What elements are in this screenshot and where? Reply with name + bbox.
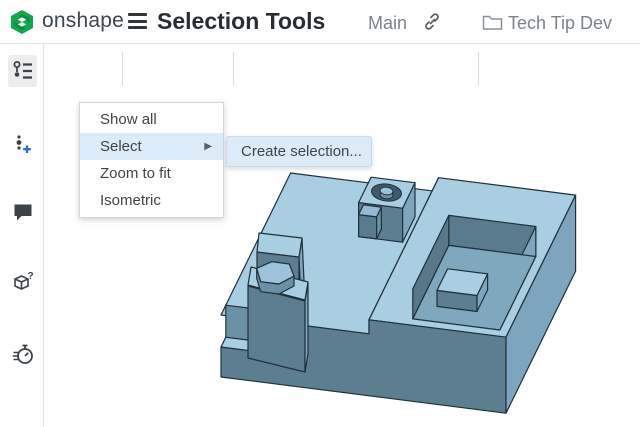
insert-point-icon[interactable]: [8, 129, 37, 161]
share-link-icon[interactable]: [422, 12, 442, 32]
app-header: onshape Selection Tools Main Tech Tip De…: [0, 0, 640, 44]
context-submenu-create-selection[interactable]: Create selection...: [226, 136, 372, 167]
submenu-arrow-icon: ▶: [204, 133, 212, 160]
model-face-cbore-notch-floor[interactable]: [359, 205, 382, 217]
onshape-logo-icon[interactable]: [9, 9, 35, 35]
model-face-front-block-front[interactable]: [248, 286, 305, 372]
performance-timer-icon[interactable]: [8, 338, 37, 370]
left-sidebar: ?: [0, 44, 44, 427]
brand-name: onshape: [42, 9, 124, 33]
main-menu-icon[interactable]: [128, 13, 147, 30]
comment-icon[interactable]: [8, 196, 37, 228]
viewport-context-menu: Show allSelect▶Zoom to fitIsometric: [79, 102, 224, 218]
menu-item-show-all[interactable]: Show all: [80, 106, 223, 133]
menu-item-isometric[interactable]: Isometric: [80, 187, 223, 214]
project-folder-icon[interactable]: [482, 13, 503, 31]
part-query-icon[interactable]: ?: [8, 266, 37, 298]
workspace-label[interactable]: Main: [368, 13, 407, 34]
project-name[interactable]: Tech Tip Dev: [508, 13, 612, 34]
onshape-app: onshape Selection Tools Main Tech Tip De…: [0, 0, 640, 427]
feature-list-icon[interactable]: [8, 55, 37, 87]
menu-item-zoom-to-fit[interactable]: Zoom to fit: [80, 160, 223, 187]
feature-toolbar: Sketch: [44, 44, 640, 94]
model-face-cbore-notch-front[interactable]: [359, 215, 377, 239]
document-title: Selection Tools: [157, 8, 325, 35]
svg-text:?: ?: [27, 271, 33, 282]
menu-item-select[interactable]: Select▶: [80, 133, 223, 160]
